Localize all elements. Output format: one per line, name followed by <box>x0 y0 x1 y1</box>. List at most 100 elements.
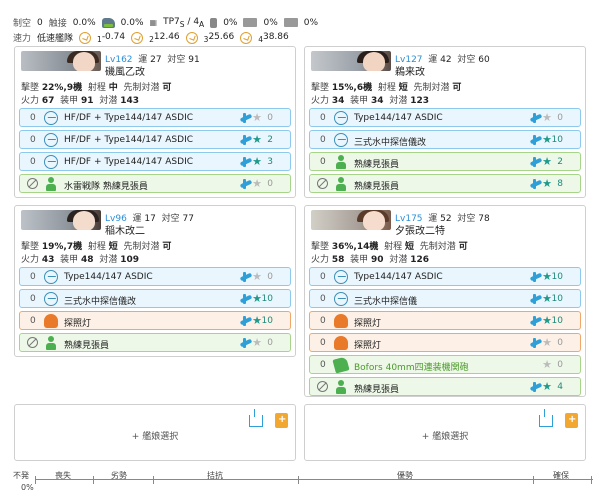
range-value-2: 212.46 <box>149 31 180 44</box>
ship-banner[interactable] <box>311 210 391 230</box>
sonar-icon <box>44 292 58 306</box>
speed-value: 低速艦隊 <box>37 34 74 44</box>
proficiency-icon[interactable] <box>530 382 542 392</box>
no-aircraft-icon <box>27 178 38 189</box>
star-icon: ★ <box>252 292 262 305</box>
upload-icon[interactable] <box>249 409 263 427</box>
sonar-icon <box>44 155 58 169</box>
select-ship-button[interactable]: + 艦娘選択 <box>305 429 585 442</box>
equipment-slot[interactable]: 0 探照灯 ★ 0 <box>309 333 581 352</box>
equipment-slot[interactable]: 0 HF/DF + Type144/147 ASDIC ★ 3 <box>19 152 291 171</box>
equipment-slot[interactable]: 0 探照灯 ★ 10 <box>309 311 581 330</box>
drum-value: 0% <box>223 17 238 28</box>
equipment-slot[interactable]: 0 Type144/147 ASDIC ★ 0 <box>19 267 291 286</box>
ship-name: 稲木改二 <box>105 226 145 237</box>
proficiency-icon[interactable] <box>530 135 542 145</box>
misfire-percent: 0% <box>21 483 34 492</box>
ship-luck: 42 <box>440 55 452 65</box>
ship-card-2[interactable]: Lv127 運 42 対空 60 鵜来改 擊墜 15%,6機 射程 短 先制対潜… <box>304 46 586 198</box>
ship-stat-line-1: 擊墜 22%,9機 射程 中 先制対潜 可 <box>21 83 172 93</box>
equipment-name: HF/DF + Type144/147 ASDIC <box>64 135 194 145</box>
ship-card-1[interactable]: Lv162 運 27 対空 91 磯風乙改 擊墜 22%,9機 射程 中 先制対… <box>14 46 296 198</box>
sonar-icon <box>334 133 348 147</box>
air-state-inferior: 劣勢 <box>111 471 127 480</box>
equipment-slot[interactable]: 0 探照灯 ★ 10 <box>19 311 291 330</box>
sonar-icon <box>334 270 348 284</box>
proficiency-icon[interactable] <box>530 338 542 348</box>
clipboard-add-icon[interactable] <box>275 413 288 428</box>
proficiency-icon[interactable] <box>240 135 252 145</box>
empty-ship-slot-2[interactable]: + 艦娘選択 <box>304 404 586 461</box>
ship-banner[interactable] <box>21 51 101 71</box>
star-icon: ★ <box>542 292 552 305</box>
equipment-slot[interactable]: 0 熟練見張員 ★ 2 <box>309 152 581 171</box>
ship-stat-line-2: 火力 58 装甲 90 対潜 126 <box>311 255 429 265</box>
empty-ship-slot-1[interactable]: + 艦娘選択 <box>14 404 296 461</box>
upload-icon[interactable] <box>539 409 553 427</box>
tp-icon: ▦ <box>149 18 158 27</box>
air-state-parity: 拮抗 <box>207 471 223 480</box>
improvement-level: 4 <box>557 382 563 392</box>
equipment-slot[interactable]: 0 Bofors 40mm四連装機関砲 ★ 0 <box>309 355 581 374</box>
misfire-label: 不発 <box>13 471 29 480</box>
landing-craft-value: 0% <box>263 17 278 28</box>
select-ship-button[interactable]: + 艦娘選択 <box>15 429 295 442</box>
proficiency-icon[interactable] <box>530 272 542 282</box>
range-value-1: 1-0.74 <box>97 31 126 44</box>
equipment-slot[interactable]: 0 Type144/147 ASDIC ★ 10 <box>309 267 581 286</box>
proficiency-icon[interactable] <box>530 179 542 189</box>
landing-craft-icon <box>243 18 258 27</box>
equipment-name: HF/DF + Type144/147 ASDIC <box>64 113 194 123</box>
clipboard-add-icon[interactable] <box>565 413 578 428</box>
ship-name: 磯風乙改 <box>105 67 145 78</box>
improvement-level: 0 <box>267 338 273 348</box>
proficiency-icon[interactable] <box>240 316 252 326</box>
equipment-slot[interactable]: 0 三式水中探信儀改 ★ 10 <box>309 130 581 149</box>
range-gauge-icon <box>79 31 92 44</box>
improvement-level: 10 <box>261 294 273 304</box>
equipment-slot[interactable]: 0 HF/DF + Type144/147 ASDIC ★ 0 <box>19 108 291 127</box>
proficiency-icon[interactable] <box>240 179 252 189</box>
ship-card-4[interactable]: Lv175 運 52 対空 78 夕張改二特 擊墜 36%,14機 射程 短 先… <box>304 205 586 397</box>
improvement-level: 10 <box>551 272 563 282</box>
equipment-slot[interactable]: 0 Type144/147 ASDIC ★ 0 <box>309 108 581 127</box>
ship-aa: 60 <box>478 55 490 65</box>
ship-luck: 27 <box>150 55 162 65</box>
reinforce-slot[interactable]: 熟練見張員 ★ 4 <box>309 377 581 396</box>
proficiency-icon[interactable] <box>530 294 542 304</box>
proficiency-icon[interactable] <box>240 338 252 348</box>
proficiency-icon[interactable] <box>240 113 252 123</box>
equipment-name: 三式水中探信儀改 <box>354 138 427 148</box>
proficiency-icon[interactable] <box>240 294 252 304</box>
reinforce-slot[interactable]: 熟練見張員 ★ 0 <box>19 333 291 352</box>
equipment-name: 三式水中探信儀 <box>354 297 418 307</box>
ship-banner[interactable] <box>21 210 101 230</box>
improvement-level: 10 <box>261 316 273 326</box>
lookout-icon <box>334 380 348 394</box>
equipment-name: 水雷戦隊 熟練見張員 <box>64 182 148 192</box>
proficiency-icon[interactable] <box>240 272 252 282</box>
improvement-level: 0 <box>557 360 563 370</box>
reinforce-slot[interactable]: 熟練見張員 ★ 8 <box>309 174 581 193</box>
proficiency-icon[interactable] <box>530 316 542 326</box>
equipment-name: 熟練見張員 <box>354 182 400 192</box>
ship-header: Lv162 運 27 対空 91 磯風乙改 <box>21 51 289 78</box>
equipment-slot[interactable]: 0 HF/DF + Type144/147 ASDIC ★ 2 <box>19 130 291 149</box>
equipment-name: Type144/147 ASDIC <box>354 113 443 123</box>
reinforce-slot[interactable]: 水雷戦隊 熟練見張員 ★ 0 <box>19 174 291 193</box>
ship-card-3[interactable]: Lv96 運 17 対空 77 稲木改二 擊墜 19%,7機 射程 短 先制対潜… <box>14 205 296 357</box>
ship-aa: 78 <box>478 214 490 224</box>
lookout-icon <box>44 177 58 191</box>
proficiency-icon[interactable] <box>530 157 542 167</box>
no-aircraft-icon <box>27 337 38 348</box>
equipment-slot[interactable]: 0 三式水中探信儀改 ★ 10 <box>19 289 291 308</box>
proficiency-icon[interactable] <box>240 157 252 167</box>
proficiency-icon[interactable] <box>530 113 542 123</box>
equipment-slot[interactable]: 0 三式水中探信儀 ★ 10 <box>309 289 581 308</box>
searchlight-icon <box>44 314 58 328</box>
lookout-icon <box>334 177 348 191</box>
improvement-level: 0 <box>267 179 273 189</box>
ship-banner[interactable] <box>311 51 391 71</box>
equipment-name: HF/DF + Type144/147 ASDIC <box>64 157 194 167</box>
star-icon: ★ <box>542 270 552 283</box>
